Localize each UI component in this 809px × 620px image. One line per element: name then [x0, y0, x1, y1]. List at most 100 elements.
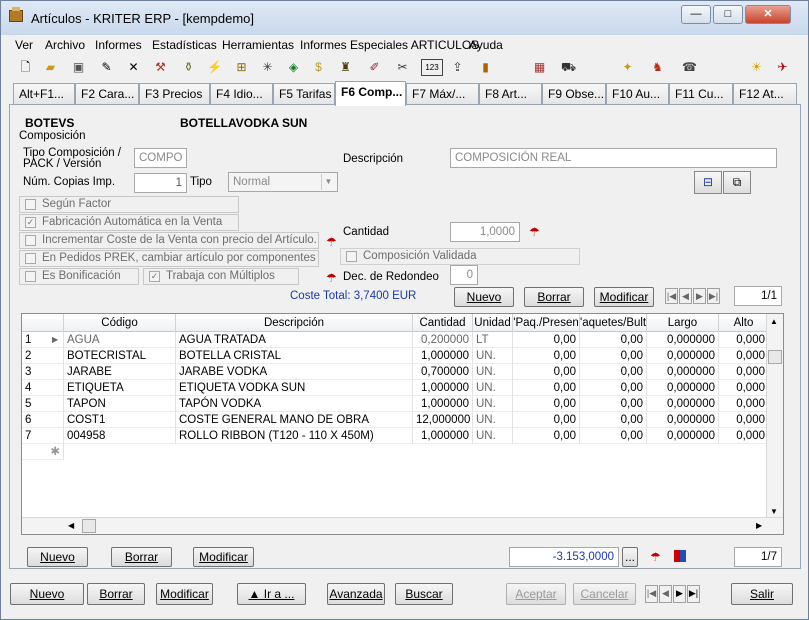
col-codigo[interactable]: Código — [64, 314, 176, 332]
box-icon[interactable]: ◈ — [285, 59, 302, 76]
footer-ir-a-button[interactable]: ▲ Ir a ... — [237, 583, 306, 605]
rounding-icon[interactable]: ☂ — [326, 272, 340, 284]
composition-borrar-button[interactable]: Borrar — [524, 287, 584, 307]
cell-codigo[interactable]: TAPON — [64, 396, 176, 412]
cell-unidad[interactable]: UN. — [473, 412, 513, 428]
cell-cantidad[interactable]: 1,000000 — [413, 428, 473, 444]
composition-nuevo-button[interactable]: Nuevo — [454, 287, 514, 307]
cell-largo[interactable]: 0,000000 — [647, 396, 719, 412]
copies-input[interactable]: 1 — [134, 173, 187, 193]
snowflake-icon[interactable]: ✳ — [259, 59, 276, 76]
scroll-left-icon[interactable]: ◀ — [68, 521, 74, 530]
grid-tool-icon[interactable]: ☂ — [650, 551, 664, 563]
cell-codigo[interactable]: AGUA — [64, 332, 176, 348]
cell-alto[interactable]: 0,000 — [719, 380, 769, 396]
stamp-icon[interactable]: ♜ — [337, 59, 354, 76]
footer-prev-icon[interactable]: ◀ — [659, 585, 672, 603]
menu-ayuda[interactable]: Ayuda — [469, 38, 503, 52]
cell-unidad[interactable]: UN. — [473, 380, 513, 396]
cell-codigo[interactable]: JARABE — [64, 364, 176, 380]
grid-borrar-button[interactable]: Borrar — [111, 547, 172, 567]
footer-borrar-button[interactable]: Borrar — [87, 583, 145, 605]
cell-largo[interactable]: 0,000000 — [647, 348, 719, 364]
cell-paquetes-bult[interactable]: 0,00 — [580, 332, 647, 348]
horizontal-scrollbar[interactable]: ◀ ▶ — [22, 517, 783, 534]
help-icon[interactable]: ✈ — [774, 59, 791, 76]
money-icon[interactable]: $ — [310, 59, 327, 76]
tab-alt-f1[interactable]: Alt+F1... — [13, 83, 75, 105]
lightbulb-icon[interactable]: ☀ — [748, 59, 765, 76]
cell-descripcion[interactable]: BOTELLA CRISTAL — [176, 348, 413, 364]
component-icon[interactable]: ⚱ — [180, 59, 197, 76]
cell-paquetes-bult[interactable]: 0,00 — [580, 412, 647, 428]
cell-paq-presen[interactable]: 0,00 — [513, 380, 580, 396]
tab-f11[interactable]: F11 Cu... — [669, 83, 733, 105]
cell-largo[interactable]: 0,000000 — [647, 380, 719, 396]
cell-descripcion[interactable]: ETIQUETA VODKA SUN — [176, 380, 413, 396]
menu-informes[interactable]: Informes — [95, 38, 142, 52]
phone-icon[interactable]: ☎ — [681, 59, 698, 76]
validate-icon[interactable]: ☂ — [326, 236, 340, 248]
vertical-scrollbar[interactable]: ▲ ▼ — [766, 314, 783, 519]
quantity-input[interactable]: 1,0000 — [450, 222, 520, 242]
delete-icon[interactable]: ✕ — [125, 59, 142, 76]
cell-largo[interactable]: 0,000000 — [647, 428, 719, 444]
cell-cantidad[interactable]: 1,000000 — [413, 396, 473, 412]
minimize-button[interactable]: — — [681, 5, 711, 24]
cell-row-number[interactable]: 7 — [22, 428, 64, 444]
cell-cantidad[interactable]: 0,700000 — [413, 364, 473, 380]
table-row[interactable]: 4 ETIQUETA ETIQUETA VODKA SUN 1,000000 UN. 0,… — [22, 380, 783, 396]
cell-paquetes-bult[interactable]: 0,00 — [580, 364, 647, 380]
scroll-thumb[interactable] — [768, 350, 782, 364]
footer-first-icon[interactable]: |◀ — [645, 585, 658, 603]
cell-cantidad[interactable]: 1,000000 — [413, 380, 473, 396]
new-doc-icon[interactable]: 🗋 — [17, 59, 34, 76]
tab-f2[interactable]: F2 Cara... — [75, 83, 139, 105]
cell-row-number[interactable]: 4 — [22, 380, 64, 396]
cell-cantidad[interactable]: 0,200000 — [413, 332, 473, 348]
cell-largo[interactable]: 0,000000 — [647, 332, 719, 348]
footer-avanzada-button[interactable]: Avanzada — [327, 583, 385, 605]
wand-icon[interactable]: ⚡ — [206, 59, 223, 76]
description-input[interactable]: COMPOSICIÓN REAL — [450, 148, 777, 168]
cell-paq-presen[interactable]: 0,00 — [513, 364, 580, 380]
tab-f5[interactable]: F5 Tarifas — [273, 83, 335, 105]
cell-cantidad[interactable]: 1,000000 — [413, 348, 473, 364]
table-row[interactable]: 2 BOTECRISTAL BOTELLA CRISTAL 1,000000 UN. 0,… — [22, 348, 783, 364]
tab-f10[interactable]: F10 Au... — [606, 83, 669, 105]
cell-paquetes-bult[interactable]: 0,00 — [580, 348, 647, 364]
cell-descripcion[interactable]: ROLLO RIBBON (T120 - 110 X 450M) — [176, 428, 413, 444]
check-composicion-validada[interactable]: Composición Validada — [340, 248, 580, 265]
cell-paq-presen[interactable]: 0,00 — [513, 396, 580, 412]
tag-icon[interactable]: ✂ — [394, 59, 411, 76]
cell-paquetes-bult[interactable]: 0,00 — [580, 396, 647, 412]
cell-cantidad[interactable]: 12,000000 — [413, 412, 473, 428]
first-record-icon[interactable]: |◀ — [665, 288, 678, 304]
col-cantidad[interactable]: Cantidad — [413, 314, 473, 332]
cell-unidad[interactable]: UN. — [473, 428, 513, 444]
coins-icon[interactable]: ✦ — [619, 59, 636, 76]
tools-icon[interactable]: ⚒ — [152, 59, 169, 76]
col-unidad[interactable]: Unidad — [473, 314, 513, 332]
next-record-icon[interactable]: ▶ — [693, 288, 706, 304]
footer-modificar-button[interactable]: Modificar — [156, 583, 213, 605]
cell-largo[interactable]: 0,000000 — [647, 364, 719, 380]
brush-icon[interactable]: ✐ — [366, 59, 383, 76]
tree-icon[interactable]: ⊞ — [233, 59, 250, 76]
col-largo[interactable]: Largo — [647, 314, 719, 332]
new-row[interactable]: ✱ — [22, 444, 783, 460]
scroll-up-icon[interactable]: ▲ — [770, 317, 778, 326]
tab-f4[interactable]: F4 Idio... — [210, 83, 273, 105]
table-row[interactable]: 5 TAPON TAPÓN VODKA 1,000000 UN. 0,00 0,00 0,00… — [22, 396, 783, 412]
cell-paq-presen[interactable]: 0,00 — [513, 332, 580, 348]
flag-icon[interactable] — [674, 550, 686, 562]
col-paq-presen[interactable]: 'Paq./Presen — [513, 314, 580, 332]
cell-codigo[interactable]: COST1 — [64, 412, 176, 428]
type-input[interactable]: COMPO — [134, 148, 187, 168]
edit-icon[interactable]: ✎ — [98, 59, 115, 76]
grid-modificar-button[interactable]: Modificar — [193, 547, 254, 567]
save-icon[interactable]: ▣ — [70, 59, 87, 76]
tab-f3[interactable]: F3 Precios — [139, 83, 210, 105]
cell-descripcion[interactable]: JARABE VODKA — [176, 364, 413, 380]
transfer-icon[interactable]: ⇪ — [449, 59, 466, 76]
